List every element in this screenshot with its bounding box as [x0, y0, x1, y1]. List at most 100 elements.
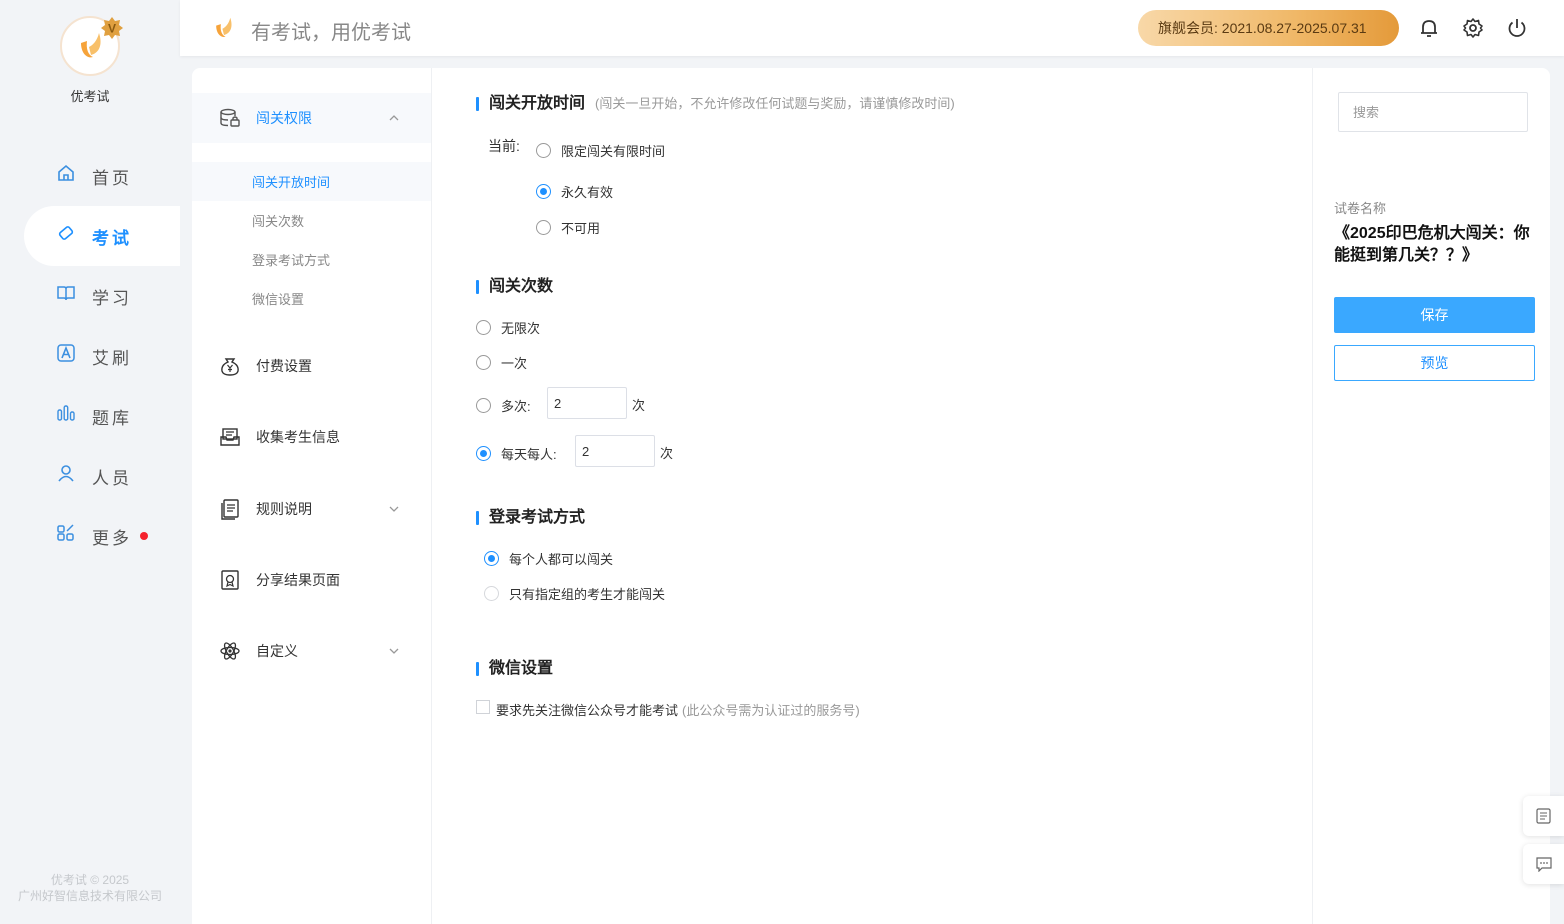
radio-circle[interactable]: [476, 397, 491, 413]
submenu-group-collect-info[interactable]: 收集考生信息: [192, 412, 431, 462]
nav-label: 考试: [92, 228, 132, 248]
top-header: 有考试，用优考试 旗舰会员: 2021.08.27-2025.07.31: [180, 0, 1564, 56]
radio-label: 只有指定组的考生才能闯关: [509, 586, 666, 602]
nav-item-home[interactable]: 首页: [0, 146, 180, 206]
book-icon: [57, 286, 75, 301]
radio-circle[interactable]: [476, 445, 491, 461]
nav-label: 艾刷: [92, 348, 132, 368]
submenu-group-label: 自定义: [256, 643, 298, 659]
submenu-group-custom[interactable]: 自定义: [192, 626, 431, 676]
radio-circle[interactable]: [536, 142, 551, 158]
nav-item-people[interactable]: 人员: [0, 446, 180, 506]
bars-icon: [57, 405, 75, 421]
section-title-wechat: 微信设置: [476, 658, 553, 680]
checkbox-box[interactable]: [476, 699, 490, 714]
nav-item-bank[interactable]: 题库: [0, 386, 180, 446]
submenu-group-rules[interactable]: 规则说明: [192, 484, 431, 534]
submenu-item-label: 微信设置: [252, 292, 305, 307]
radio-open-time-limited[interactable]: 限定闯关有限时间: [536, 140, 665, 160]
primary-nav: 首页 考试 学习 艾刷 题库 人员 更多: [0, 146, 180, 566]
attempts-daily-input[interactable]: [575, 435, 655, 467]
radio-open-time-unavailable[interactable]: 不可用: [536, 217, 600, 237]
settings-content: 闯关开放时间 (闯关一旦开始，不允许修改任何试题与奖励，请谨慎修改时间) 当前: …: [432, 68, 1312, 924]
money-bag-icon: [221, 358, 239, 376]
atom-icon: [220, 642, 240, 660]
nav-item-more[interactable]: 更多: [0, 506, 180, 566]
radio-circle[interactable]: [484, 585, 499, 601]
float-notes-button[interactable]: [1523, 796, 1564, 836]
document-icon: [221, 499, 239, 520]
submenu-group-share-result[interactable]: 分享结果页面: [192, 555, 431, 605]
vip-badge-icon: V: [101, 17, 123, 39]
checkbox-wechat-follow[interactable]: 要求先关注微信公众号才能考试 (此公众号需为认证过的服务号): [476, 699, 860, 719]
a-box-icon: [57, 344, 75, 362]
radio-label: 不可用: [561, 220, 601, 236]
right-panel: 试卷名称 《2025印巴危机大闯关：你能挺到第几关？？》 保存 预览: [1312, 68, 1550, 924]
nav-item-exam[interactable]: 考试: [24, 206, 180, 266]
nav-label: 更多: [92, 528, 132, 548]
submenu-item-label: 闯关开放时间: [252, 175, 331, 190]
certificate-icon: [221, 570, 239, 590]
chevron-down-icon: [389, 648, 399, 654]
unit-label: 次: [632, 398, 646, 413]
submenu-group-label: 分享结果页面: [256, 572, 340, 588]
checkbox-note: (此公众号需为认证过的服务号): [682, 703, 860, 718]
nav-item-aishua[interactable]: 艾刷: [0, 326, 180, 386]
notes-icon: [1536, 808, 1551, 824]
chat-icon: [1536, 857, 1552, 872]
radio-label: 每个人都可以闯关: [509, 551, 614, 567]
preview-button[interactable]: 预览: [1334, 345, 1535, 381]
settings-submenu: 闯关权限 闯关开放时间 闯关次数 登录考试方式 微信设置 付费设置 收集考生信息…: [192, 68, 432, 924]
submenu-group-payment[interactable]: 付费设置: [192, 341, 431, 391]
radio-attempts-unlimited[interactable]: 无限次: [476, 317, 540, 337]
nav-label: 学习: [92, 288, 132, 308]
submenu-item-login-mode[interactable]: 登录考试方式: [192, 240, 431, 279]
section-title-open-time: 闯关开放时间 (闯关一旦开始，不允许修改任何试题与奖励，请谨慎修改时间): [476, 93, 955, 115]
power-icon[interactable]: [1505, 16, 1529, 40]
grid-icon: [57, 524, 74, 541]
gear-icon[interactable]: [1461, 16, 1485, 40]
radio-circle[interactable]: [484, 550, 499, 566]
submenu-item-wechat[interactable]: 微信设置: [192, 279, 431, 318]
radio-attempts-once[interactable]: 一次: [476, 352, 527, 372]
radio-login-everyone[interactable]: 每个人都可以闯关: [484, 548, 613, 568]
radio-open-time-permanent[interactable]: 永久有效: [536, 181, 613, 201]
radio-circle[interactable]: [536, 219, 551, 235]
radio-attempts-daily[interactable]: 每天每人:: [476, 443, 557, 463]
company-name: 广州好智信息技术有限公司: [17, 889, 162, 903]
radio-login-group[interactable]: 只有指定组的考生才能闯关: [484, 583, 665, 603]
float-chat-button[interactable]: [1523, 844, 1564, 884]
radio-label: 一次: [501, 355, 528, 371]
section-title-login: 登录考试方式: [476, 507, 585, 529]
submenu-item-open-time[interactable]: 闯关开放时间: [192, 162, 431, 201]
radio-circle[interactable]: [476, 354, 491, 370]
section-title-text: 微信设置: [489, 660, 554, 677]
database-lock-icon: [220, 108, 240, 127]
submenu-group-permission[interactable]: 闯关权限: [192, 93, 431, 143]
radio-circle[interactable]: [476, 319, 491, 335]
membership-badge[interactable]: 旗舰会员: 2021.08.27-2025.07.31: [1138, 10, 1399, 46]
nav-item-study[interactable]: 学习: [0, 266, 180, 326]
bell-icon[interactable]: [1417, 16, 1441, 40]
brand-name: 优考试: [70, 89, 110, 104]
nav-label: 题库: [92, 408, 132, 428]
home-icon: [58, 164, 74, 181]
user-icon: [58, 465, 74, 482]
radio-label: 永久有效: [561, 184, 614, 200]
radio-attempts-multiple[interactable]: 多次:: [476, 395, 531, 415]
radio-circle[interactable]: [536, 183, 551, 199]
radio-label: 限定闯关有限时间: [561, 143, 666, 159]
radio-label: 每天每人:: [501, 446, 557, 462]
main-panel: 闯关权限 闯关开放时间 闯关次数 登录考试方式 微信设置 付费设置 收集考生信息…: [192, 68, 1550, 924]
section-note: (闯关一旦开始，不允许修改任何试题与奖励，请谨慎修改时间): [595, 96, 955, 111]
save-button[interactable]: 保存: [1334, 297, 1535, 333]
paper-name: 《2025印巴危机大闯关：你能挺到第几关？？》: [1334, 225, 1530, 264]
section-title-text: 闯关次数: [489, 278, 554, 295]
chevron-down-icon: [389, 506, 399, 512]
submenu-group-label: 规则说明: [256, 501, 312, 517]
tag-icon: [58, 226, 74, 240]
submenu-item-attempts[interactable]: 闯关次数: [192, 201, 431, 240]
attempts-multiple-input[interactable]: [547, 387, 627, 419]
search-input[interactable]: [1338, 92, 1528, 132]
current-label: 当前:: [488, 138, 520, 154]
